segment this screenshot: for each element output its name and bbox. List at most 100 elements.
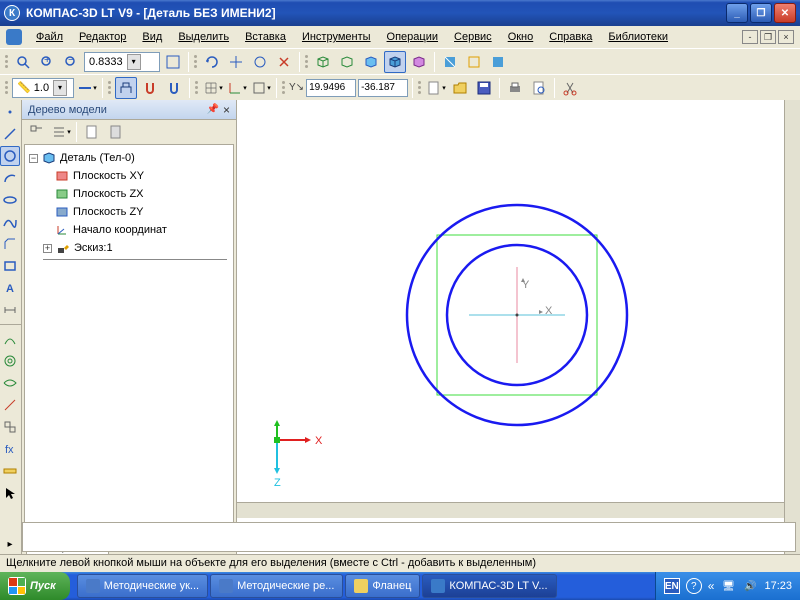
shaded-edges-icon[interactable] (384, 51, 406, 73)
pan-icon[interactable] (225, 51, 247, 73)
pin-icon[interactable]: 📌 (207, 104, 219, 115)
magnet-blue-icon[interactable] (163, 77, 185, 99)
close-button[interactable]: ✕ (774, 3, 796, 23)
open-icon[interactable] (449, 77, 471, 99)
tree-toolbar: ▾ (22, 120, 236, 144)
hidden-icon[interactable] (336, 51, 358, 73)
task-item-3[interactable]: Фланец (345, 574, 420, 598)
refresh-icon[interactable] (273, 51, 295, 73)
magnet-red-icon[interactable] (139, 77, 161, 99)
tool-edit1-icon[interactable] (0, 395, 20, 415)
lang-indicator[interactable]: EN (664, 578, 680, 594)
menu-editor[interactable]: Редактор (73, 29, 132, 45)
tool-text-icon[interactable]: A (0, 278, 20, 298)
tool-geom1-icon[interactable] (0, 329, 20, 349)
new-icon[interactable]: ▾ (425, 77, 447, 99)
menu-libraries[interactable]: Библиотеки (602, 29, 674, 45)
tray-help-icon[interactable]: ? (686, 578, 702, 594)
wireframe-icon[interactable] (312, 51, 334, 73)
tool-edit2-icon[interactable] (0, 417, 20, 437)
task-item-4[interactable]: КОМПАС-3D LT V... (422, 574, 556, 598)
tree-btn1-icon[interactable] (26, 121, 48, 143)
zoom-out-icon[interactable]: − (60, 51, 82, 73)
system-tray[interactable]: EN ? « 🖥 🔊 17:23 (655, 572, 800, 600)
menu-insert[interactable]: Вставка (239, 29, 292, 45)
tree-item-origin[interactable]: Начало координат (25, 221, 233, 239)
doc-minimize-button[interactable]: - (742, 30, 758, 44)
tree-root[interactable]: − Деталь (Тел-0) (25, 149, 233, 167)
preview-icon[interactable] (528, 77, 550, 99)
menu-file[interactable]: Файл (30, 29, 69, 45)
scrollbar-vertical[interactable] (784, 100, 800, 556)
rotate-icon[interactable] (201, 51, 223, 73)
menu-window[interactable]: Окно (502, 29, 540, 45)
view-orient-icon[interactable] (487, 51, 509, 73)
tree-item-sketch[interactable]: + Эскиз:1 (25, 239, 233, 257)
tree-btn3-icon[interactable] (81, 121, 103, 143)
shaded-icon[interactable] (360, 51, 382, 73)
tree-close-icon[interactable]: × (223, 103, 230, 117)
menu-service[interactable]: Сервис (448, 29, 498, 45)
menu-help[interactable]: Справка (543, 29, 598, 45)
tree-item-xy[interactable]: Плоскость XY (25, 167, 233, 185)
tray-icon-2[interactable]: 🔊 (742, 578, 758, 594)
menu-view[interactable]: Вид (136, 29, 168, 45)
menu-operations[interactable]: Операции (381, 29, 444, 45)
grid-icon[interactable]: ▾ (202, 77, 224, 99)
save-icon[interactable] (473, 77, 495, 99)
tool-geom3-icon[interactable] (0, 373, 20, 393)
menu-select[interactable]: Выделить (172, 29, 235, 45)
zoom-prev-icon[interactable] (249, 51, 271, 73)
local-cs-icon[interactable]: ▾ (226, 77, 248, 99)
section-icon[interactable] (439, 51, 461, 73)
tool-geom2-icon[interactable] (0, 351, 20, 371)
tool-ellipse-icon[interactable] (0, 190, 20, 210)
zoom-window-icon[interactable] (12, 51, 34, 73)
tool-circle-icon[interactable] (0, 146, 20, 166)
tree-btn4-icon[interactable] (105, 121, 127, 143)
tool-select-icon[interactable] (0, 483, 20, 503)
scale-combo[interactable]: 📏 1.0▾ (12, 78, 74, 98)
tray-icon-1[interactable]: 🖥 (720, 578, 736, 594)
ortho-icon[interactable]: ▾ (250, 77, 272, 99)
tool-measure-icon[interactable] (0, 461, 20, 481)
tool-param-icon[interactable]: fx (0, 439, 20, 459)
canvas[interactable]: Y X X Z (237, 100, 784, 556)
task-item-2[interactable]: Методические ре... (210, 574, 343, 598)
tool-dim-icon[interactable] (0, 300, 20, 320)
tool-spline-icon[interactable] (0, 212, 20, 232)
restore-button[interactable]: ❐ (750, 3, 772, 23)
window-title: КОМПАС-3D LT V9 - [Деталь БЕЗ ИМЕНИ2] (26, 6, 726, 20)
print-icon[interactable] (504, 77, 526, 99)
zoom-in-icon[interactable]: + (36, 51, 58, 73)
simplify-icon[interactable] (463, 51, 485, 73)
snap-toggle-icon[interactable] (115, 77, 137, 99)
tool-rect-icon[interactable] (0, 256, 20, 276)
menu-tools[interactable]: Инструменты (296, 29, 377, 45)
cut-icon[interactable] (559, 77, 581, 99)
perspective-icon[interactable] (408, 51, 430, 73)
tree-body[interactable]: − Деталь (Тел-0) Плоскость XY Плоскость … (24, 144, 234, 534)
coord-x-field[interactable]: 19.9496 (306, 79, 356, 97)
tree-item-zy[interactable]: Плоскость ZY (25, 203, 233, 221)
clock[interactable]: 17:23 (764, 580, 792, 592)
doc-close-button[interactable]: × (778, 30, 794, 44)
zoom-combo[interactable]: 0.8333▾ (84, 52, 160, 72)
command-panel[interactable] (22, 522, 796, 552)
curve-style-icon[interactable]: ▾ (76, 77, 98, 99)
tool-chamfer-icon[interactable] (0, 234, 20, 254)
zoom-fit-icon[interactable] (162, 51, 184, 73)
tree-item-zx[interactable]: Плоскость ZX (25, 185, 233, 203)
tree-btn2-icon[interactable]: ▾ (50, 121, 72, 143)
minimize-button[interactable]: _ (726, 3, 748, 23)
tool-point-icon[interactable] (0, 102, 20, 122)
tool-arc-icon[interactable] (0, 168, 20, 188)
coord-y-field[interactable]: -36.187 (358, 79, 408, 97)
tray-expand-icon[interactable]: « (708, 579, 715, 593)
tool-more-icon[interactable]: ▸ (0, 534, 20, 554)
scrollbar-horizontal[interactable] (237, 502, 784, 518)
start-button[interactable]: Пуск (0, 572, 70, 600)
task-item-1[interactable]: Методические ук... (77, 574, 208, 598)
tool-line-icon[interactable] (0, 124, 20, 144)
doc-restore-button[interactable]: ❐ (760, 30, 776, 44)
